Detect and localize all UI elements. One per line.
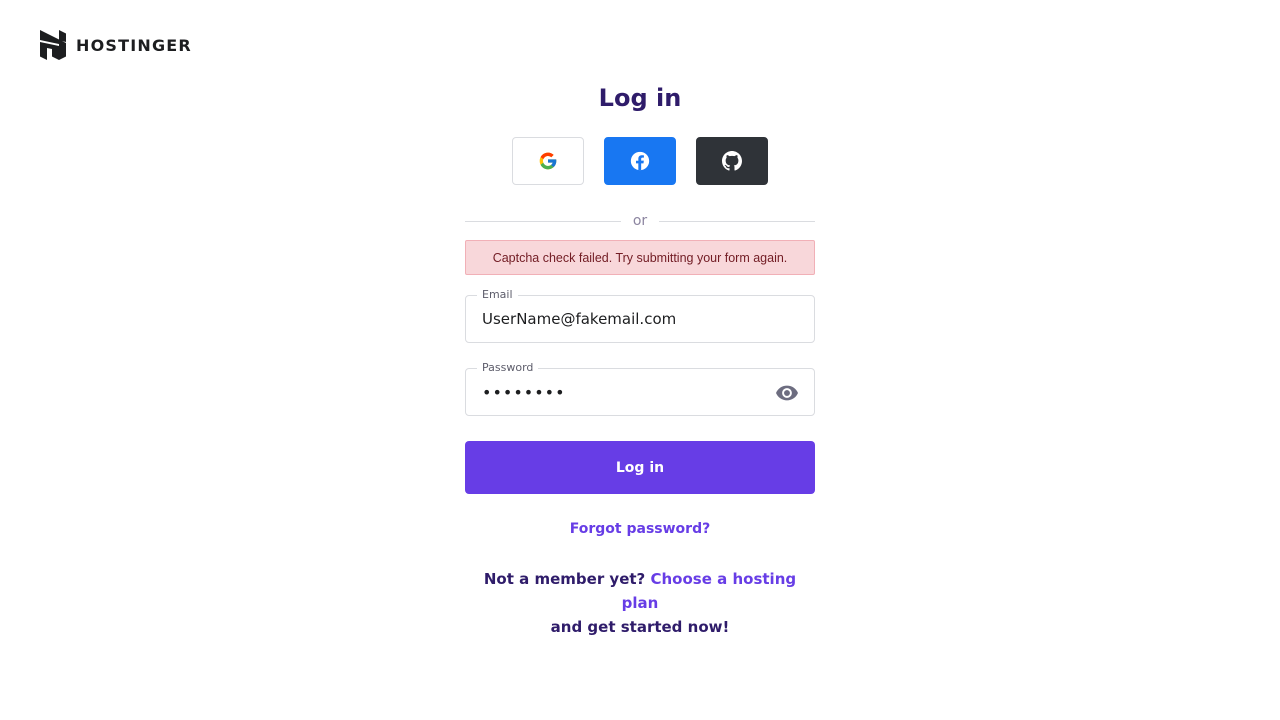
brand-name: HOSTINGER <box>76 35 192 55</box>
login-button[interactable]: Log in <box>465 441 815 494</box>
github-icon <box>722 151 742 171</box>
captcha-error-alert: Captcha check failed. Try submitting you… <box>465 240 815 275</box>
github-login-button[interactable] <box>696 137 768 185</box>
password-field: Password <box>465 361 815 416</box>
show-password-button[interactable] <box>775 383 799 403</box>
brand-logo[interactable]: HOSTINGER <box>40 30 192 60</box>
password-input[interactable] <box>482 369 764 415</box>
signup-prefix: Not a member yet? <box>483 570 646 588</box>
divider-line-left <box>465 220 621 222</box>
facebook-login-button[interactable] <box>604 137 676 185</box>
social-login-row <box>465 137 815 185</box>
alert-message: Captcha check failed. Try submitting you… <box>492 250 788 265</box>
email-field: Email <box>465 288 815 343</box>
google-login-button[interactable] <box>512 137 584 185</box>
google-icon <box>539 152 557 170</box>
facebook-icon <box>630 151 650 171</box>
forgot-password-link[interactable]: Forgot password? <box>465 520 815 538</box>
choose-hosting-plan-link[interactable]: Choose a hosting plan <box>622 570 796 612</box>
eye-icon <box>776 385 798 401</box>
hostinger-logo-icon <box>40 30 66 60</box>
login-card: Log in or Captcha check failed. Try subm… <box>465 78 816 639</box>
email-input[interactable] <box>482 296 764 342</box>
or-divider: or <box>465 211 816 231</box>
divider-text: or <box>632 213 648 229</box>
signup-suffix: and get started now! <box>550 618 730 636</box>
divider-line-right <box>659 220 816 222</box>
signup-prompt: Not a member yet? Choose a hosting plan … <box>465 567 815 639</box>
page-title: Log in <box>598 84 682 112</box>
